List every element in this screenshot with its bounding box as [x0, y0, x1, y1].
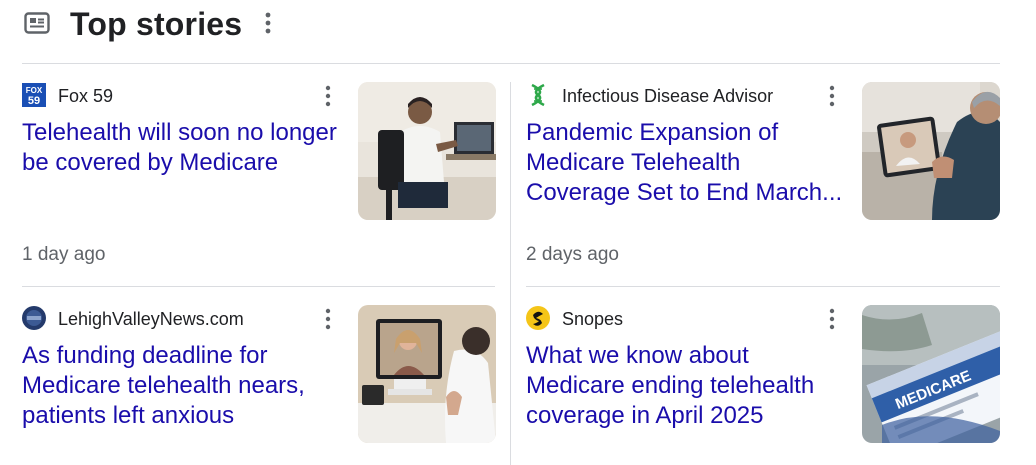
column-divider — [510, 82, 511, 465]
story-headline[interactable]: Pandemic Expansion of Medicare Telehealt… — [526, 118, 848, 208]
story-card[interactable]: Infectious Disease Advisor Pandemic Expa… — [526, 82, 1004, 282]
dna-logo — [531, 83, 545, 107]
more-vert-icon[interactable] — [822, 307, 842, 331]
svg-text:FOX: FOX — [26, 86, 43, 95]
story-card[interactable]: Snopes What we know about Medicare endin… — [526, 305, 1004, 465]
story-timestamp: 2 days ago — [526, 244, 619, 265]
lehighvalley-logo — [22, 306, 46, 330]
source-name: LehighValleyNews.com — [58, 309, 244, 329]
source-row: LehighValleyNews.com — [22, 305, 342, 331]
row-divider-left — [22, 286, 495, 287]
story-timestamp: 1 day ago — [22, 244, 106, 265]
story-headline[interactable]: Telehealth will soon no longer be covere… — [22, 118, 344, 178]
source-name: Snopes — [562, 309, 624, 329]
source-row: Infectious Disease Advisor — [526, 82, 846, 108]
more-vert-icon[interactable] — [258, 10, 278, 36]
tablet-video-call-photo[interactable] — [862, 82, 1000, 220]
doctor-video-call-photo[interactable] — [358, 82, 496, 220]
story-headline[interactable]: What we know about Medicare ending teleh… — [526, 341, 848, 431]
header-divider — [22, 63, 1000, 64]
top-stories-header: Top stories — [22, 0, 1012, 48]
medicare-card-photo[interactable]: MEDICARE — [862, 305, 1000, 443]
story-card[interactable]: FOX 59 Fox 59 Telehealth will soon no lo… — [22, 82, 500, 282]
story-card[interactable]: LehighValleyNews.com As funding deadline… — [22, 305, 500, 465]
fox59-logo: FOX 59 — [22, 83, 46, 107]
newspaper-icon — [24, 12, 50, 34]
more-vert-icon[interactable] — [318, 84, 338, 108]
source-row: Snopes — [526, 305, 846, 331]
source-name: Infectious Disease Advisor — [562, 86, 774, 106]
source-row: FOX 59 Fox 59 — [22, 82, 342, 108]
source-name: Fox 59 — [58, 86, 114, 106]
more-vert-icon[interactable] — [318, 307, 338, 331]
snopes-logo — [526, 306, 550, 330]
row-divider-right — [526, 286, 1000, 287]
svg-text:59: 59 — [28, 95, 40, 107]
patient-monitor-photo[interactable] — [358, 305, 496, 443]
story-headline[interactable]: As funding deadline for Medicare telehea… — [22, 341, 344, 431]
more-vert-icon[interactable] — [822, 84, 842, 108]
page-title: Top stories — [70, 6, 243, 42]
